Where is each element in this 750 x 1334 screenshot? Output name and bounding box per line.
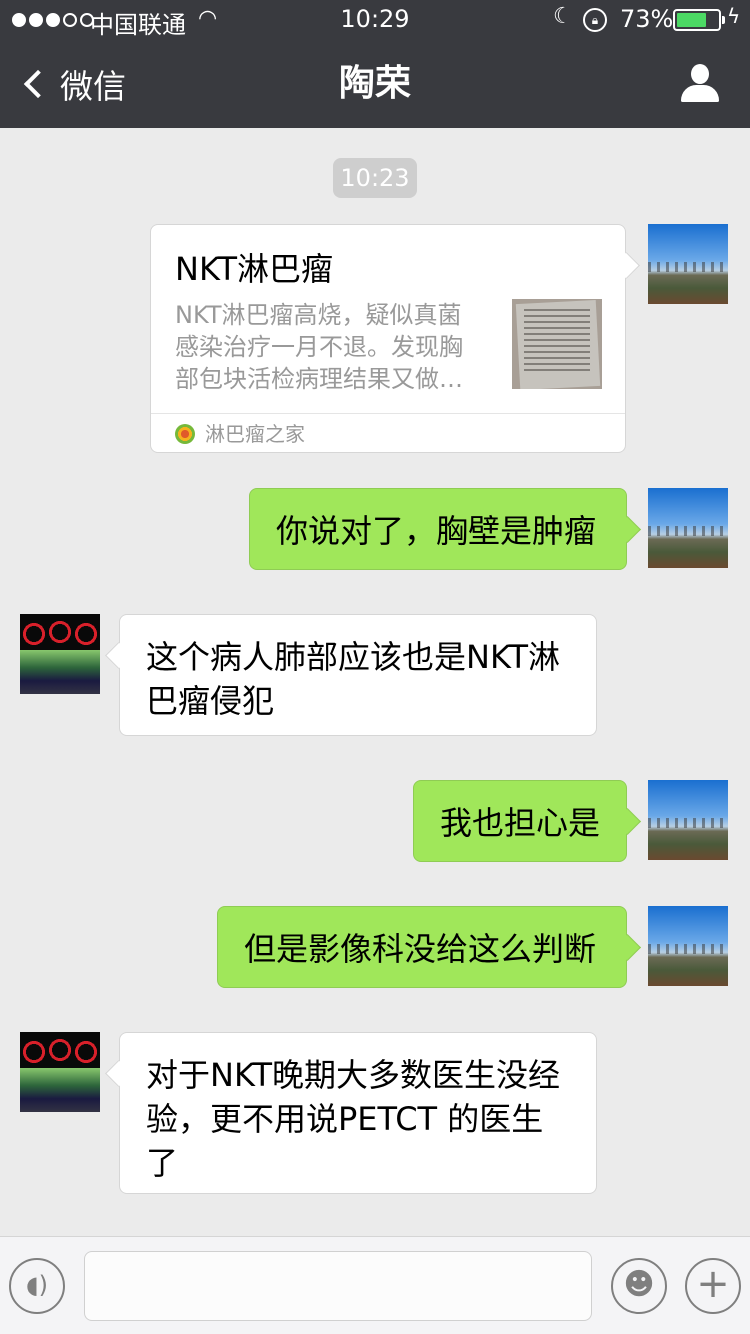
chat-title: 陶荣 <box>338 63 411 104</box>
link-card-thumbnail <box>512 299 602 389</box>
link-card-source: 淋巴瘤之家 <box>175 421 305 447</box>
voice-input-button[interactable]: ◖) <box>9 1258 65 1314</box>
message-input[interactable] <box>84 1251 592 1321</box>
contact-avatar[interactable] <box>20 614 100 694</box>
my-avatar[interactable] <box>648 224 728 304</box>
link-card-title: NKT淋巴瘤 <box>175 250 333 288</box>
battery-percent: 73% <box>620 5 674 33</box>
status-bar: 中国联通 ◠ 10:29 ☾ 🔒︎ 73% ϟ <box>0 0 750 40</box>
received-message-bubble[interactable]: 这个病人肺部应该也是NKT淋巴瘤侵犯 <box>119 614 597 736</box>
smiley-icon: ☻ <box>623 1267 655 1302</box>
link-card-message[interactable]: NKT淋巴瘤 NKT淋巴瘤高烧，疑似真菌感染治疗一月不退。发现胸部包块活检病理结… <box>150 224 626 453</box>
my-avatar[interactable] <box>648 488 728 568</box>
do-not-disturb-icon: ☾ <box>553 4 573 29</box>
message-text: 但是影像科没给这么判断 <box>244 930 597 968</box>
message-text: 对于NKT晚期大多数医生没经验，更不用说PETCT 的医生了 <box>146 1056 560 1182</box>
my-avatar[interactable] <box>648 906 728 986</box>
flower-icon <box>175 424 195 444</box>
sent-message-bubble[interactable]: 我也担心是 <box>413 780 627 862</box>
received-message-bubble[interactable]: 对于NKT晚期大多数医生没经验，更不用说PETCT 的医生了 <box>119 1032 597 1194</box>
input-bar: ◖) ☻ + <box>0 1236 750 1334</box>
my-avatar[interactable] <box>648 780 728 860</box>
battery-icon <box>673 9 725 31</box>
divider <box>151 413 625 414</box>
message-timestamp: 10:23 <box>333 158 417 198</box>
sent-message-bubble[interactable]: 你说对了，胸壁是肿瘤 <box>249 488 627 570</box>
link-card-description: NKT淋巴瘤高烧，疑似真菌感染治疗一月不退。发现胸部包块活检病理结果又做… <box>175 301 463 393</box>
message-text: 你说对了，胸壁是肿瘤 <box>276 512 597 550</box>
more-options-button[interactable]: + <box>685 1258 741 1314</box>
message-text: 这个病人肺部应该也是NKT淋巴瘤侵犯 <box>146 638 560 720</box>
emoji-button[interactable]: ☻ <box>611 1258 667 1314</box>
link-card-source-name: 淋巴瘤之家 <box>205 422 305 446</box>
battery-level <box>677 13 707 27</box>
message-text: 我也担心是 <box>440 804 601 842</box>
contact-avatar[interactable] <box>20 1032 100 1112</box>
navigation-bar: 微信 陶荣 <box>0 40 750 128</box>
top-bar: 中国联通 ◠ 10:29 ☾ 🔒︎ 73% ϟ 微信 陶荣 <box>0 0 750 128</box>
plus-icon: + <box>696 1261 730 1307</box>
voice-icon: ◖) <box>25 1271 48 1299</box>
rotation-lock-icon: 🔒︎ <box>583 8 607 32</box>
charging-icon: ϟ <box>727 4 741 28</box>
sent-message-bubble[interactable]: 但是影像科没给这么判断 <box>217 906 627 988</box>
contact-profile-icon[interactable] <box>681 64 719 104</box>
